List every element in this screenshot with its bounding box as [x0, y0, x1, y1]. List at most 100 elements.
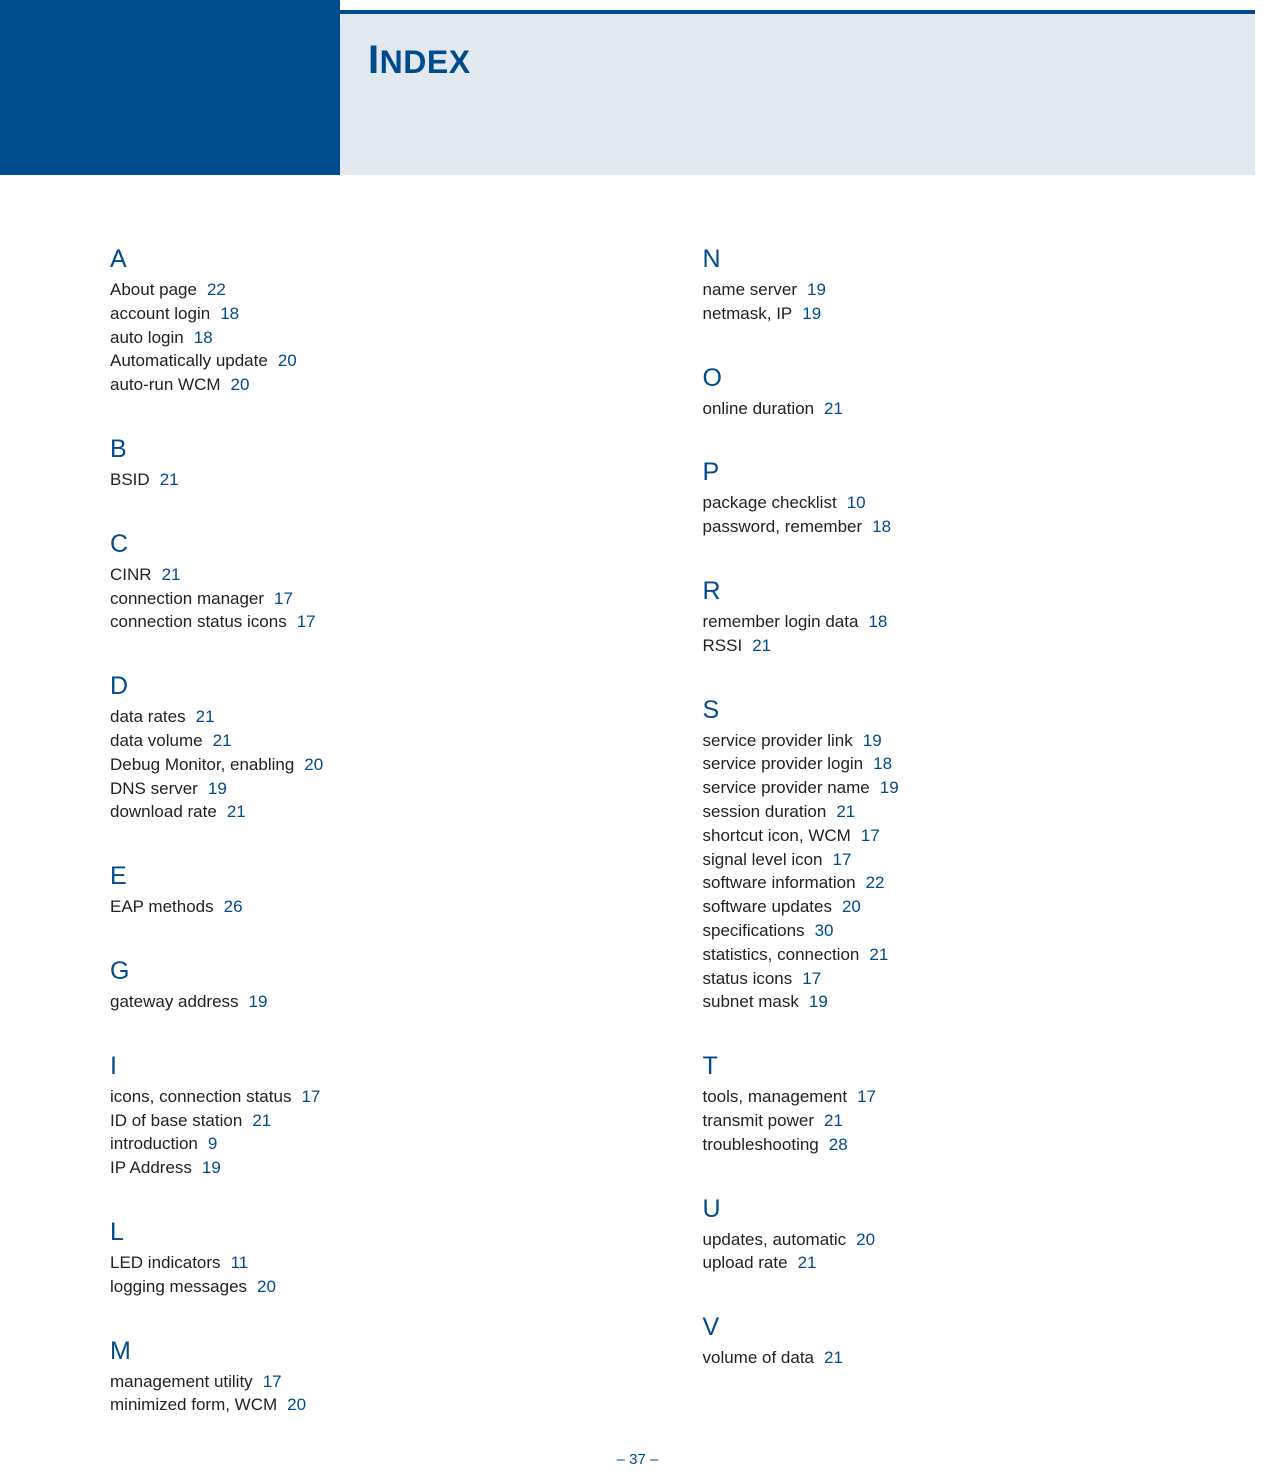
index-entry: software updates20 [703, 895, 1216, 919]
index-entry-page[interactable]: 17 [857, 1087, 876, 1106]
index-entry-page[interactable]: 21 [162, 565, 181, 584]
index-entry-page[interactable]: 17 [861, 826, 880, 845]
index-entry-text: connection manager [110, 589, 264, 608]
index-entry-page[interactable]: 17 [301, 1087, 320, 1106]
index-entry: IP Address19 [110, 1156, 623, 1180]
index-entry: Automatically update20 [110, 349, 623, 373]
index-entry-page[interactable]: 21 [824, 1348, 843, 1367]
index-entry-page[interactable]: 19 [880, 778, 899, 797]
index-entry-page[interactable]: 17 [274, 589, 293, 608]
index-letter: E [110, 862, 623, 891]
index-letter: G [110, 957, 623, 986]
index-entry-text: updates, automatic [703, 1230, 847, 1249]
index-entry: troubleshooting28 [703, 1133, 1216, 1157]
index-entry-page[interactable]: 20 [257, 1277, 276, 1296]
index-entry-page[interactable]: 18 [194, 328, 213, 347]
index-entry: icons, connection status17 [110, 1085, 623, 1109]
index-entry-page[interactable]: 30 [815, 921, 834, 940]
index-entry-text: connection status icons [110, 612, 287, 631]
index-entry: LED indicators11 [110, 1251, 623, 1275]
index-entry-text: BSID [110, 470, 150, 489]
index-entry-text: session duration [703, 802, 827, 821]
index-entry-page[interactable]: 20 [856, 1230, 875, 1249]
index-entry-page[interactable]: 19 [863, 731, 882, 750]
index-entry-text: software information [703, 873, 856, 892]
index-entry: management utility17 [110, 1370, 623, 1394]
index-entry-page[interactable]: 21 [752, 636, 771, 655]
index-entry-page[interactable]: 18 [873, 754, 892, 773]
index-entry-page[interactable]: 21 [160, 470, 179, 489]
index-entry-page[interactable]: 22 [207, 280, 226, 299]
index-entry-page[interactable]: 22 [866, 873, 885, 892]
index-entry-page[interactable]: 20 [231, 375, 250, 394]
index-entry: updates, automatic 20 [703, 1228, 1216, 1252]
index-entry: logging messages20 [110, 1275, 623, 1299]
index-entry: minimized form, WCM20 [110, 1393, 623, 1417]
title-rest: NDEX [380, 44, 471, 80]
index-entry: name server19 [703, 278, 1216, 302]
index-entry-page[interactable]: 9 [208, 1134, 217, 1153]
index-entry-page[interactable]: 19 [208, 779, 227, 798]
title-box: INDEX [340, 14, 1255, 175]
index-letter: L [110, 1218, 623, 1247]
index-letter: N [703, 245, 1216, 274]
index-entry-page[interactable]: 26 [224, 897, 243, 916]
index-entry-text: signal level icon [703, 850, 823, 869]
index-letter: S [703, 696, 1216, 725]
index-entry-text: EAP methods [110, 897, 214, 916]
index-entry-page[interactable]: 20 [287, 1395, 306, 1414]
index-group-v: Vvolume of data21 [703, 1313, 1216, 1370]
index-entry-text: DNS server [110, 779, 198, 798]
index-entry-page[interactable]: 17 [833, 850, 852, 869]
index-entry-text: tools, management [703, 1087, 848, 1106]
index-entry: shortcut icon, WCM17 [703, 824, 1216, 848]
index-entry-page[interactable]: 20 [278, 351, 297, 370]
index-entry-text: auto-run WCM [110, 375, 221, 394]
index-entry-page[interactable]: 10 [847, 493, 866, 512]
index-entry-page[interactable]: 21 [252, 1111, 271, 1130]
index-entry-page[interactable]: 21 [798, 1253, 817, 1272]
index-entry-text: subnet mask [703, 992, 799, 1011]
index-entry-page[interactable]: 18 [868, 612, 887, 631]
index-group-g: Ggateway address19 [110, 957, 623, 1014]
index-entry-page[interactable]: 21 [196, 707, 215, 726]
index-entry-page[interactable]: 19 [202, 1158, 221, 1177]
index-letter: D [110, 672, 623, 701]
index-entry-page[interactable]: 21 [227, 802, 246, 821]
index-entry-page[interactable]: 20 [842, 897, 861, 916]
index-entry-page[interactable]: 28 [829, 1135, 848, 1154]
index-entry-text: volume of data [703, 1348, 815, 1367]
index-letter: O [703, 364, 1216, 393]
index-entry-page[interactable]: 21 [213, 731, 232, 750]
index-entry-page[interactable]: 18 [220, 304, 239, 323]
index-entry-text: statistics, connection [703, 945, 860, 964]
index-entry-page[interactable]: 17 [297, 612, 316, 631]
index-entry-text: service provider login [703, 754, 864, 773]
index-entry-page[interactable]: 20 [304, 755, 323, 774]
index-entry: About page22 [110, 278, 623, 302]
index-entry-page[interactable]: 21 [836, 802, 855, 821]
index-entry-text: CINR [110, 565, 152, 584]
index-letter: T [703, 1052, 1216, 1081]
index-entry-page[interactable]: 11 [231, 1253, 249, 1272]
index-entry: remember login data18 [703, 610, 1216, 634]
index-entry: signal level icon 17 [703, 848, 1216, 872]
index-entry-text: specifications [703, 921, 805, 940]
index-entry-page[interactable]: 17 [263, 1372, 282, 1391]
index-entry: subnet mask 19 [703, 990, 1216, 1014]
index-entry-text: status icons [703, 969, 793, 988]
index-entry-page[interactable]: 18 [872, 517, 891, 536]
index-entry-page[interactable]: 19 [802, 304, 821, 323]
page-footer: – 37 – [0, 1451, 1275, 1468]
index-entry-page[interactable]: 21 [824, 399, 843, 418]
index-entry-page[interactable]: 17 [802, 969, 821, 988]
index-entry-page[interactable]: 19 [809, 992, 828, 1011]
index-entry: DNS server 19 [110, 777, 623, 801]
index-entry-page[interactable]: 19 [249, 992, 268, 1011]
index-group-s: Sservice provider link19service provider… [703, 696, 1216, 1015]
index-entry-page[interactable]: 21 [824, 1111, 843, 1130]
index-entry-page[interactable]: 21 [869, 945, 888, 964]
index-entry: auto-run WCM 20 [110, 373, 623, 397]
index-entry: data volume21 [110, 729, 623, 753]
index-entry-page[interactable]: 19 [807, 280, 826, 299]
